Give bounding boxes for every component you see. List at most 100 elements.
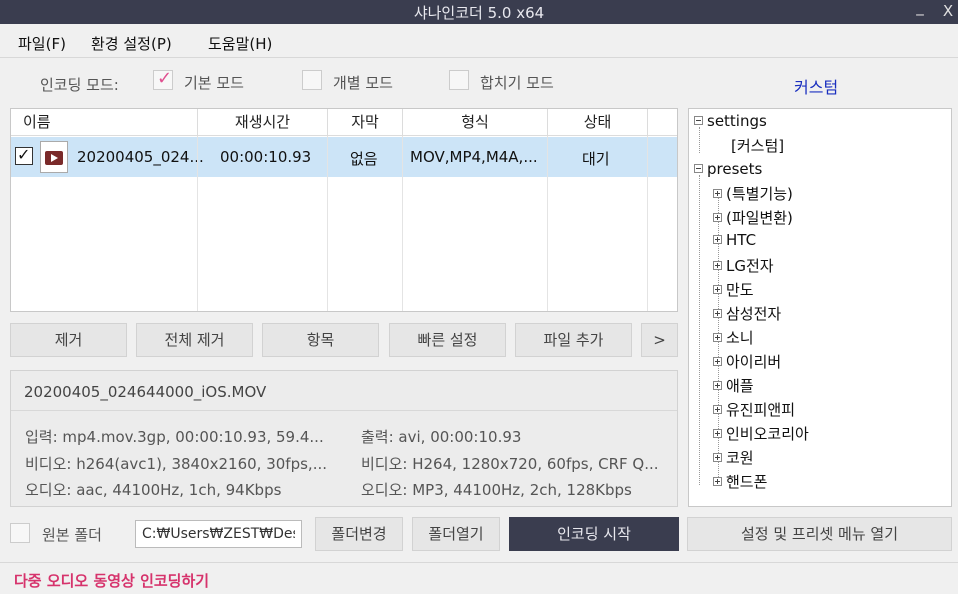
title-bar: 샤나인코더 5.0 x64 _ X — [0, 0, 958, 24]
menu-file[interactable]: 파일(F) — [18, 33, 66, 54]
individual-mode-label: 개별 모드 — [333, 74, 393, 92]
tree-node-preset[interactable]: HTC — [713, 231, 756, 249]
row-status: 대기 — [582, 150, 610, 168]
expand-icon[interactable] — [713, 357, 722, 366]
expand-icon[interactable] — [713, 261, 722, 270]
info-output: 출력: avi, 00:00:10.93 — [361, 428, 522, 446]
row-checkbox[interactable]: ✓ — [15, 145, 33, 165]
status-link[interactable]: 다중 오디오 동영상 인코딩하기 — [14, 570, 209, 591]
tree-node-preset[interactable]: (파일변환) — [713, 207, 793, 228]
tree-node-settings[interactable]: settings — [694, 112, 767, 130]
tree-node-preset[interactable]: 애플 — [713, 375, 754, 396]
tree-node-preset[interactable]: 유진피앤피 — [713, 399, 795, 420]
output-path-input[interactable] — [135, 520, 302, 548]
expand-icon[interactable] — [713, 429, 722, 438]
custom-link[interactable]: 커스텀 — [794, 74, 838, 98]
column-divider — [402, 136, 403, 311]
check-icon: ✓ — [157, 68, 173, 89]
remove-all-button[interactable]: 전체 제거 — [136, 323, 253, 357]
tree-node-label: 유진피앤피 — [726, 401, 796, 419]
expand-icon[interactable] — [713, 189, 722, 198]
close-button[interactable]: X — [937, 2, 958, 20]
file-info-panel: 20200405_024644000_iOS.MOV 입력: mp4.mov.3… — [10, 370, 678, 507]
expand-icon[interactable] — [713, 235, 722, 244]
open-folder-button[interactable]: 폴더열기 — [412, 517, 500, 551]
tree-node-preset[interactable]: LG전자 — [713, 255, 774, 276]
tree-node-preset[interactable]: (특별기능) — [713, 183, 793, 204]
source-folder-checkbox[interactable] — [10, 523, 30, 543]
column-name[interactable]: 이름 — [11, 109, 198, 136]
encoding-mode-bar: 인코딩 모드: ✓ 기본 모드 개별 모드 합치기 모드 커스텀 — [0, 64, 958, 100]
column-status[interactable]: 상태 — [548, 109, 648, 136]
tree-node-label: (파일변환) — [726, 209, 793, 227]
more-buttons-button[interactable]: > — [641, 323, 678, 357]
status-bar: 다중 오디오 동영상 인코딩하기 — [0, 562, 958, 594]
row-duration: 00:00:10.93 — [220, 148, 312, 166]
info-input: 입력: mp4.mov.3gp, 00:00:10.93, 59.4... — [25, 428, 324, 446]
window-title: 샤나인코더 5.0 x64 — [413, 4, 545, 22]
add-file-button[interactable]: 파일 추가 — [515, 323, 632, 357]
tree-node-preset[interactable]: 코원 — [713, 447, 754, 468]
tree-connector — [699, 175, 700, 485]
quick-settings-button[interactable]: 빠른 설정 — [389, 323, 506, 357]
tree-node-label: 소니 — [726, 329, 754, 347]
info-filename: 20200405_024644000_iOS.MOV — [24, 383, 267, 401]
tree-node-preset[interactable]: 소니 — [713, 327, 754, 348]
expand-icon[interactable] — [713, 405, 722, 414]
expand-icon[interactable] — [713, 285, 722, 294]
expand-icon[interactable] — [713, 477, 722, 486]
start-encoding-button[interactable]: 인코딩 시작 — [509, 517, 679, 551]
tree-node-label: HTC — [726, 231, 757, 249]
tree-node-preset[interactable]: 아이리버 — [713, 351, 781, 372]
table-row[interactable]: ✓ 20200405_024... 00:00:10.93 없음 MOV,MP4… — [11, 137, 677, 177]
tree-node-label: 인비오코리아 — [726, 425, 809, 443]
tree-node-preset[interactable]: 인비오코리아 — [713, 423, 809, 444]
menu-settings[interactable]: 환경 설정(P) — [91, 33, 172, 54]
tree-node-label: 아이리버 — [726, 353, 782, 371]
output-folder-bar: 원본 폴더 폴더변경 폴더열기 인코딩 시작 설정 및 프리셋 메뉴 열기 — [0, 515, 958, 555]
change-folder-button[interactable]: 폴더변경 — [315, 517, 403, 551]
open-settings-menu-button[interactable]: 설정 및 프리셋 메뉴 열기 — [687, 517, 952, 551]
remove-button[interactable]: 제거 — [10, 323, 127, 357]
column-subtitle[interactable]: 자막 — [328, 109, 403, 136]
tree-node-preset[interactable]: 핸드폰 — [713, 471, 767, 492]
tree-connector — [699, 127, 700, 153]
items-button[interactable]: 항목 — [262, 323, 379, 357]
menu-help[interactable]: 도움말(H) — [208, 33, 272, 54]
divider — [11, 410, 677, 411]
tree-node-label: presets — [707, 160, 763, 178]
info-input-audio: 오디오: aac, 44100Hz, 1ch, 94Kbps — [25, 481, 282, 499]
tree-node-custom[interactable]: [커스텀] — [731, 135, 784, 156]
tree-node-label: LG전자 — [726, 257, 774, 275]
column-divider — [647, 136, 648, 311]
info-output-video: 비디오: H264, 1280x720, 60fps, CRF Q... — [361, 455, 659, 473]
individual-mode-checkbox[interactable] — [302, 70, 322, 90]
basic-mode-checkbox[interactable]: ✓ — [153, 68, 173, 90]
column-duration[interactable]: 재생시간 — [198, 109, 328, 136]
expand-icon[interactable] — [713, 381, 722, 390]
info-input-video: 비디오: h264(avc1), 3840x2160, 30fps,... — [25, 455, 327, 473]
tree-node-preset[interactable]: 만도 — [713, 279, 754, 300]
minimize-button[interactable]: _ — [909, 0, 931, 16]
column-divider — [327, 136, 328, 311]
column-divider — [547, 136, 548, 311]
expand-icon[interactable] — [713, 213, 722, 222]
tree-node-preset[interactable]: 삼성전자 — [713, 303, 781, 324]
merge-mode-checkbox[interactable] — [449, 70, 469, 90]
column-format[interactable]: 형식 — [403, 109, 548, 136]
row-name: 20200405_024... — [77, 148, 204, 166]
tree-node-presets[interactable]: presets — [694, 160, 762, 178]
collapse-icon[interactable] — [694, 164, 703, 173]
expand-icon[interactable] — [713, 453, 722, 462]
video-file-icon — [40, 141, 68, 173]
source-folder-label: 원본 폴더 — [42, 526, 102, 544]
expand-icon[interactable] — [713, 309, 722, 318]
column-extra — [648, 109, 677, 136]
merge-mode-label: 합치기 모드 — [480, 74, 554, 92]
expand-icon[interactable] — [713, 333, 722, 342]
tree-node-label: 만도 — [726, 281, 754, 299]
tree-node-label: 애플 — [726, 377, 754, 395]
tree-node-label: 코원 — [726, 449, 754, 467]
collapse-icon[interactable] — [694, 116, 703, 125]
column-divider — [197, 136, 198, 311]
